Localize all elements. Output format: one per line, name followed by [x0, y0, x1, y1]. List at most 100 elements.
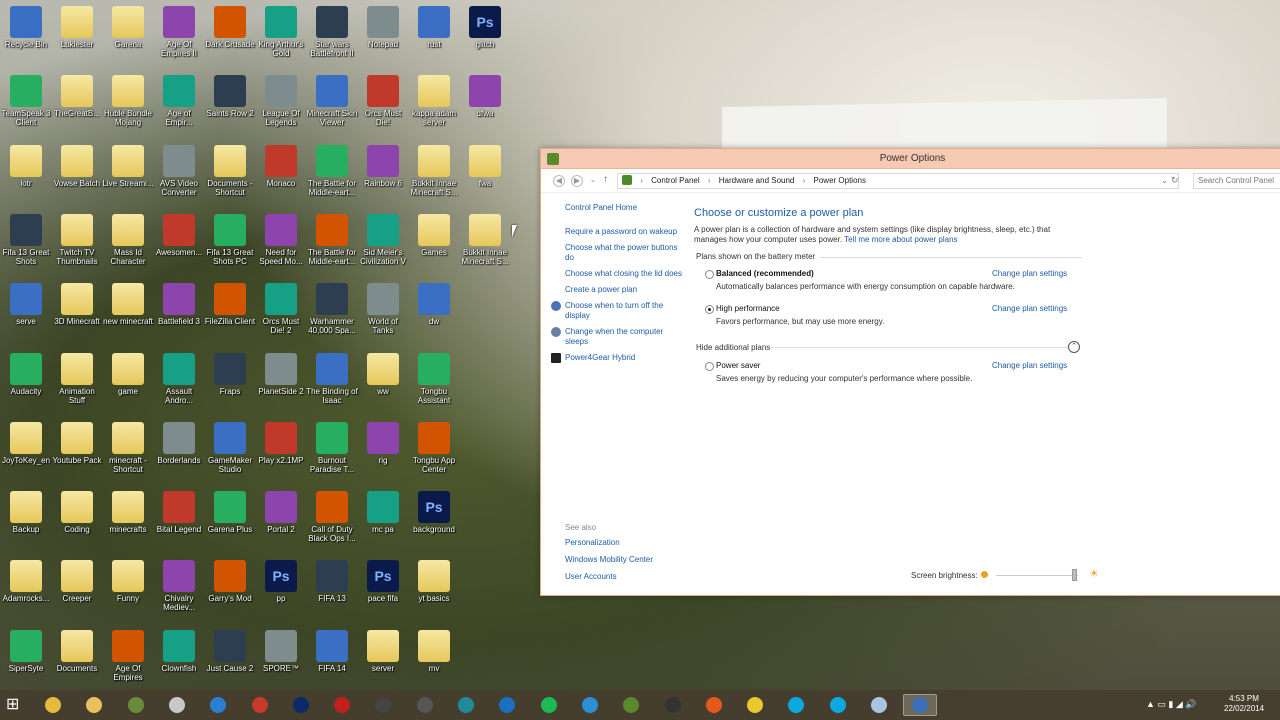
desktop-icon[interactable]: The Battle for Middle-eart... [306, 210, 358, 276]
desktop-icon[interactable]: World of Tanks [357, 279, 409, 345]
desktop-icon[interactable]: Sid Meier's Civilization V [357, 210, 409, 276]
taskbar-origin-button[interactable] [697, 694, 731, 716]
desktop-icon[interactable]: Bukkit Innae Minecraft S... [459, 210, 511, 276]
sidebar-item-sleep[interactable]: Change when the computer sleeps [551, 327, 669, 347]
hide-additional-plans-label[interactable]: Hide additional plans [696, 343, 770, 352]
taskbar-control-panel-button[interactable] [903, 694, 938, 716]
taskbar-assassins-creed-button[interactable] [408, 694, 442, 716]
desktop-icon[interactable]: FileZilla Client [204, 279, 256, 345]
taskbar-steam-button[interactable] [656, 694, 690, 716]
taskbar-spotify-button[interactable] [532, 694, 566, 716]
change-plan-settings-link[interactable]: Change plan settings [992, 269, 1067, 278]
tell-me-more-link[interactable]: Tell me more about power plans [844, 235, 957, 244]
taskbar-file-explorer-button[interactable] [77, 694, 111, 716]
up-button[interactable]: ↑ [603, 174, 608, 185]
see-also-mobility-center[interactable]: Windows Mobility Center [565, 555, 685, 565]
plan-radio-high-performance[interactable] [705, 305, 714, 314]
desktop-icon[interactable]: TeamSpeak 3 Client [0, 71, 52, 137]
plan-name[interactable]: Power saver [716, 361, 760, 370]
desktop-icon[interactable]: minecrafts [102, 487, 154, 553]
desktop-icon[interactable]: rig [357, 418, 409, 484]
desktop-icon[interactable]: Creeper [51, 556, 103, 622]
desktop-icon[interactable]: AVS Video Converter [153, 141, 205, 207]
sidebar-item-lid[interactable]: Choose what closing the lid does [565, 269, 683, 279]
desktop-icon[interactable]: Play x2.1MP [255, 418, 307, 484]
desktop-icon[interactable]: Ps pace fifa [357, 556, 409, 622]
desktop-icon[interactable]: Notepad [357, 2, 409, 68]
clock[interactable]: 4:53 PM 22/02/2014 [1224, 694, 1264, 714]
taskbar-flash-button[interactable] [325, 694, 359, 716]
desktop-icon[interactable]: Funny [102, 556, 154, 622]
breadcrumb-hardware-and-sound[interactable]: Hardware and Sound [719, 176, 795, 185]
desktop-icon[interactable]: Lukiester [51, 2, 103, 68]
brightness-slider-thumb[interactable] [1071, 569, 1077, 581]
desktop-icon[interactable]: Minecraft Skin Viewer [306, 71, 358, 137]
desktop-icon[interactable]: Saints Row 2 [204, 71, 256, 137]
desktop-icon[interactable]: serve [0, 279, 52, 345]
desktop-icon[interactable]: rust [408, 2, 460, 68]
desktop-icon[interactable]: Ps pp [255, 556, 307, 622]
sidebar-item-power-buttons[interactable]: Choose what the power buttons do [565, 243, 683, 263]
desktop-icon[interactable]: The Battle for Middle-eart... [306, 141, 358, 207]
desktop-icon[interactable]: Dark Crusade [204, 2, 256, 68]
desktop-icon[interactable]: Animation Stuff [51, 349, 103, 415]
taskbar-itunes-button[interactable] [573, 694, 607, 716]
taskbar-photoshop-button[interactable] [284, 694, 318, 716]
plan-radio-power-saver[interactable] [705, 362, 714, 371]
desktop-icon[interactable]: fwa [459, 141, 511, 207]
desktop-icon[interactable]: dfwa [459, 71, 511, 137]
breadcrumb-control-panel[interactable]: Control Panel [651, 176, 699, 185]
taskbar-skype-button[interactable] [821, 694, 855, 716]
desktop-icon[interactable]: Mass Id Character [102, 210, 154, 276]
desktop-icon[interactable]: SPORE™ [255, 626, 307, 692]
brightness-slider[interactable] [996, 575, 1078, 576]
see-also-personalization[interactable]: Personalization [565, 538, 685, 548]
breadcrumb[interactable]: › Control Panel › Hardware and Sound › P… [617, 173, 1179, 189]
taskbar-teamspeak-button[interactable] [490, 694, 524, 716]
desktop-icon[interactable]: League Of Legends [255, 71, 307, 137]
forward-button[interactable]: ▶ [571, 175, 583, 187]
desktop-icon[interactable]: Warhammer 40,000 Spa... [306, 279, 358, 345]
desktop-icon[interactable]: The Binding of Isaac [306, 349, 358, 415]
sidebar-item-power4gear[interactable]: Power4Gear Hybrid [551, 353, 669, 363]
title-bar[interactable]: Power Options [541, 149, 1280, 169]
desktop-icon[interactable]: server [357, 626, 409, 692]
desktop-icon[interactable]: Vowse Batch [51, 141, 103, 207]
desktop-icon[interactable]: Ps glitch [459, 2, 511, 68]
taskbar-filezilla-button[interactable] [243, 694, 277, 716]
desktop-icon[interactable]: Backup [0, 487, 52, 553]
back-button[interactable]: ◀ [553, 175, 565, 187]
desktop-icon[interactable]: lotr [0, 141, 52, 207]
desktop-icon[interactable]: Coding [51, 487, 103, 553]
taskbar-obs-button[interactable] [366, 694, 400, 716]
chevron-up-icon[interactable]: ⌃ [1068, 341, 1080, 353]
desktop-icon[interactable]: Youtube Pack [51, 418, 103, 484]
desktop-icon[interactable]: Burnout Paradise T... [306, 418, 358, 484]
desktop-icon[interactable]: Star wars Battlefront II [306, 2, 358, 68]
desktop-icon[interactable]: Fraps [204, 349, 256, 415]
desktop-icon[interactable]: Audacity [0, 349, 52, 415]
desktop-icon[interactable]: kappa adam server [408, 71, 460, 137]
desktop-icon[interactable]: Twitch TV Thumbnails [51, 210, 103, 276]
desktop-icon[interactable]: Games [408, 210, 460, 276]
sidebar-item-password[interactable]: Require a password on wakeup [565, 227, 683, 237]
desktop-icon[interactable]: Live Streami... [102, 141, 154, 207]
change-plan-settings-link[interactable]: Change plan settings [992, 361, 1067, 370]
plan-name[interactable]: Balanced (recommended) [716, 269, 814, 278]
desktop-icon[interactable]: yt basics [408, 556, 460, 622]
change-plan-settings-link[interactable]: Change plan settings [992, 304, 1067, 313]
start-button[interactable]: ⊞ [6, 697, 19, 713]
desktop-icon[interactable]: PlanetSide 2 [255, 349, 307, 415]
refresh-icon[interactable]: ↻ [1171, 175, 1179, 186]
taskbar-nuclear-button[interactable] [738, 694, 772, 716]
desktop-icon[interactable]: Age of Empir... [153, 71, 205, 137]
desktop-icon[interactable]: Orcs Must Die! 2 [255, 279, 307, 345]
desktop-icon[interactable]: FIFA 14 [306, 626, 358, 692]
sidebar-item-display[interactable]: Choose when to turn off the display [551, 301, 669, 321]
breadcrumb-power-options[interactable]: Power Options [814, 176, 866, 185]
desktop-icon[interactable]: Assault Andro... [153, 349, 205, 415]
desktop-icon[interactable]: game [102, 349, 154, 415]
sidebar-item-create-plan[interactable]: Create a power plan [565, 285, 683, 295]
desktop-icon[interactable]: SiperSyte [0, 626, 52, 692]
desktop-icon[interactable]: Recycle Bin [0, 2, 52, 68]
